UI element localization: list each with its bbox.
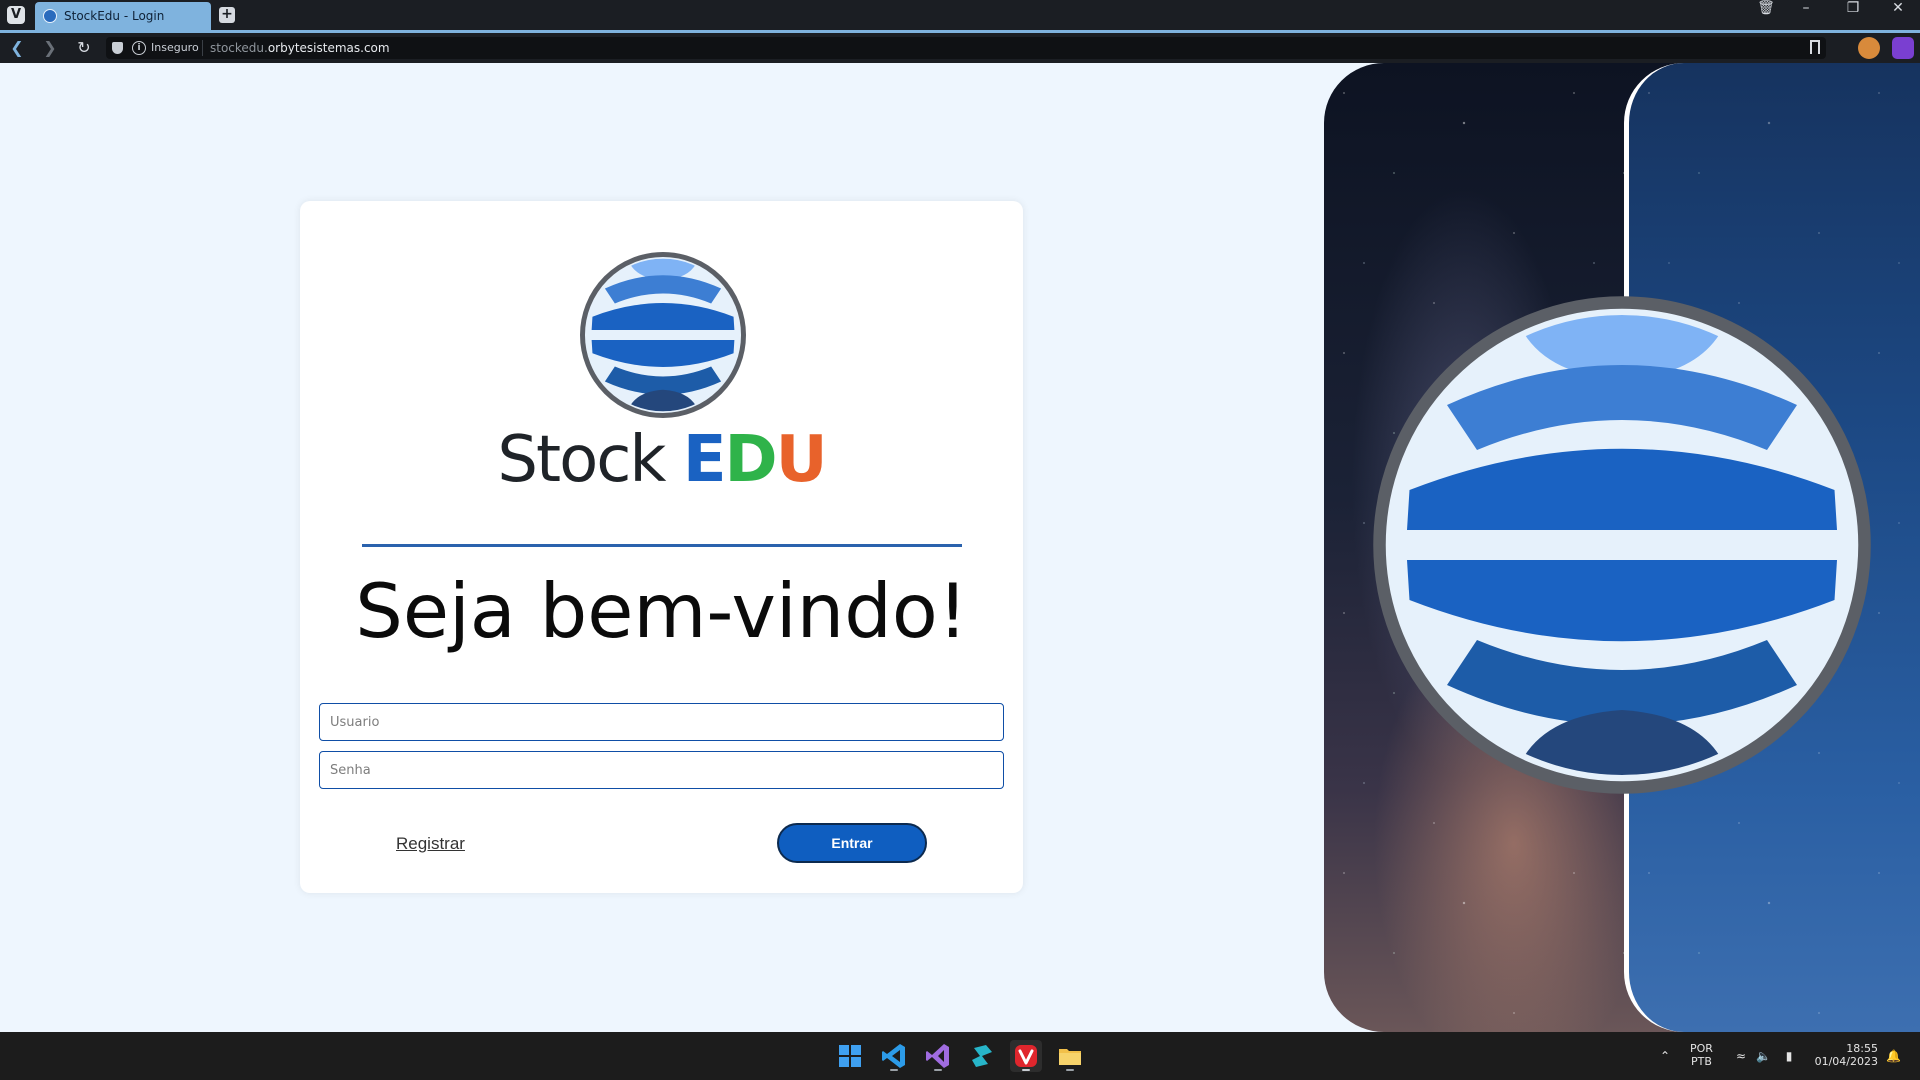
running-indicator — [1022, 1069, 1030, 1071]
info-icon[interactable]: i — [132, 41, 146, 55]
restore-icon[interactable]: ❐ — [1833, 0, 1873, 30]
extension-avatar-icon[interactable] — [1858, 37, 1880, 59]
folder-glyph — [1059, 1049, 1081, 1065]
back-icon[interactable]: ❮ — [7, 39, 27, 57]
brand-e: E — [682, 423, 727, 497]
new-tab-icon[interactable]: + — [219, 7, 235, 23]
vivaldi-glyph — [1015, 1045, 1037, 1067]
language-indicator[interactable]: POR PTB — [1690, 1042, 1713, 1068]
username-input[interactable] — [319, 703, 1004, 741]
reload-icon[interactable]: ↻ — [74, 39, 94, 57]
wifi-icon[interactable]: ≈ — [1734, 1049, 1748, 1063]
tab-title: StockEdu - Login — [64, 9, 165, 23]
vscode-icon[interactable] — [878, 1040, 910, 1072]
app-icon[interactable] — [966, 1040, 998, 1072]
lang-code: POR — [1690, 1042, 1713, 1055]
page-content: Stock EDU Seja bem-vindo! Registrar Entr… — [0, 63, 1920, 1032]
address-bar: ❮ ❯ ↻ i Inseguro stockedu.orbytesistemas… — [0, 33, 1920, 63]
battery-icon[interactable]: ▮ — [1780, 1049, 1798, 1063]
vivaldi-icon[interactable]: V — [7, 6, 25, 24]
brand-stock: Stock — [497, 423, 666, 497]
extension-icon[interactable] — [1892, 37, 1914, 59]
globe-logo-icon — [580, 252, 746, 418]
login-button[interactable]: Entrar — [777, 823, 927, 863]
security-label[interactable]: Inseguro — [151, 41, 199, 54]
decorative-side-panel — [1324, 63, 1920, 1032]
brand-wordmark: Stock EDU — [300, 423, 1023, 497]
file-explorer-icon[interactable] — [1054, 1040, 1086, 1072]
app-glyph — [972, 1045, 992, 1067]
running-indicator — [890, 1069, 898, 1071]
login-card: Stock EDU Seja bem-vindo! Registrar Entr… — [300, 201, 1023, 893]
brand-u: U — [775, 423, 828, 497]
large-globe-icon — [1373, 296, 1871, 794]
minimize-icon[interactable]: – — [1786, 0, 1826, 30]
vscode-glyph — [882, 1044, 905, 1068]
password-input[interactable] — [319, 751, 1004, 789]
url-domain: orbytesistemas.com — [267, 41, 390, 55]
shield-icon[interactable] — [112, 42, 123, 54]
divider — [362, 544, 962, 547]
keyboard-layout: PTB — [1691, 1055, 1712, 1068]
chevron-up-icon[interactable]: ⌃ — [1658, 1049, 1672, 1063]
clock[interactable]: 18:55 01/04/2023 — [1808, 1042, 1878, 1068]
brand-d: D — [724, 423, 778, 497]
register-link[interactable]: Registrar — [396, 834, 465, 854]
tab-bar: V StockEdu - Login + 🗑 – ❐ ✕ — [0, 0, 1920, 30]
taskbar: ⌃ POR PTB ≈ 🔈 ▮ 18:55 01/04/2023 🔔 — [0, 1032, 1920, 1080]
forward-icon[interactable]: ❯ — [40, 39, 60, 57]
running-indicator — [1066, 1069, 1074, 1071]
close-icon[interactable]: ✕ — [1878, 0, 1918, 30]
url-field[interactable]: i Inseguro stockedu.orbytesistemas.com — [106, 37, 1826, 59]
url-prefix: stockedu. — [210, 41, 268, 55]
vivaldi-taskbar-icon[interactable] — [1010, 1040, 1042, 1072]
bookmark-icon[interactable] — [1810, 40, 1820, 54]
visual-studio-icon[interactable] — [922, 1040, 954, 1072]
tab-active[interactable]: StockEdu - Login — [35, 2, 211, 30]
windows-start-icon[interactable] — [834, 1040, 866, 1072]
date: 01/04/2023 — [1814, 1055, 1878, 1068]
url-separator — [202, 40, 203, 56]
running-indicator — [934, 1069, 942, 1071]
visual-studio-glyph — [926, 1044, 949, 1068]
welcome-heading: Seja bem-vindo! — [355, 567, 968, 655]
globe-favicon-icon — [43, 9, 57, 23]
notification-icon[interactable]: 🔔 — [1886, 1049, 1901, 1063]
windows-logo — [839, 1045, 861, 1067]
time: 18:55 — [1846, 1042, 1878, 1055]
url-text[interactable]: stockedu.orbytesistemas.com — [210, 41, 390, 55]
speaker-icon[interactable]: 🔈 — [1756, 1049, 1771, 1063]
trash-icon[interactable]: 🗑 — [1746, 0, 1786, 30]
